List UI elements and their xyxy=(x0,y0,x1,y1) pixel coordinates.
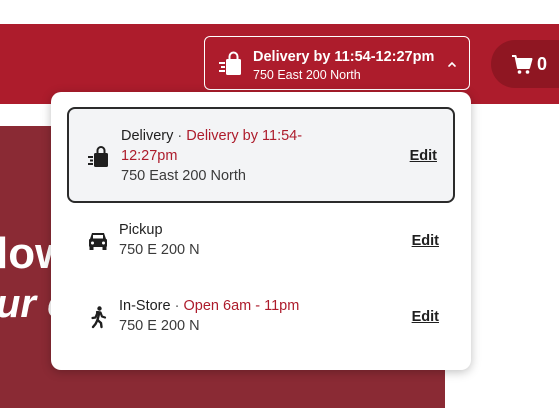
delivery-selector-address: 750 East 200 North xyxy=(253,68,361,82)
fulfillment-option-pickup[interactable]: Pickup 750 E 200 N Edit xyxy=(67,214,455,280)
walking-person-icon xyxy=(91,306,107,329)
option-label: Delivery · Delivery by 11:54-12:27pm xyxy=(121,126,341,166)
option-label: In-Store · Open 6am - 11pm xyxy=(119,296,419,316)
option-separator: · xyxy=(177,128,183,144)
delivery-bag-icon xyxy=(88,146,108,167)
option-name: Pickup xyxy=(119,222,163,238)
car-icon xyxy=(89,233,107,250)
edit-link[interactable]: Edit xyxy=(412,231,439,251)
cart-icon xyxy=(512,55,533,74)
fulfillment-option-delivery[interactable]: Delivery · Delivery by 11:54-12:27pm 750… xyxy=(67,107,455,203)
option-address: 750 E 200 N xyxy=(119,242,200,258)
option-label: Pickup xyxy=(119,220,419,240)
chevron-up-icon xyxy=(448,61,456,67)
option-name: Delivery xyxy=(121,128,174,144)
option-status: Open 6am - 11pm xyxy=(183,298,300,314)
delivery-selector-button[interactable]: Delivery by 11:54-12:27pm 750 East 200 N… xyxy=(204,36,470,90)
delivery-bag-icon xyxy=(219,51,241,75)
option-name: In-Store xyxy=(119,298,171,314)
fulfillment-dropdown: Delivery · Delivery by 11:54-12:27pm 750… xyxy=(51,92,471,370)
option-address: 750 East 200 North xyxy=(121,168,246,184)
cart-count: 0 xyxy=(537,54,548,74)
edit-link[interactable]: Edit xyxy=(410,146,437,166)
option-separator: · xyxy=(174,298,180,314)
edit-link[interactable]: Edit xyxy=(412,307,439,327)
cart-button[interactable]: 0 xyxy=(491,40,559,88)
delivery-selector-title: Delivery by 11:54-12:27pm xyxy=(253,49,435,65)
option-address: 750 E 200 N xyxy=(119,318,200,334)
fulfillment-option-in-store[interactable]: In-Store · Open 6am - 11pm 750 E 200 N E… xyxy=(67,290,455,356)
